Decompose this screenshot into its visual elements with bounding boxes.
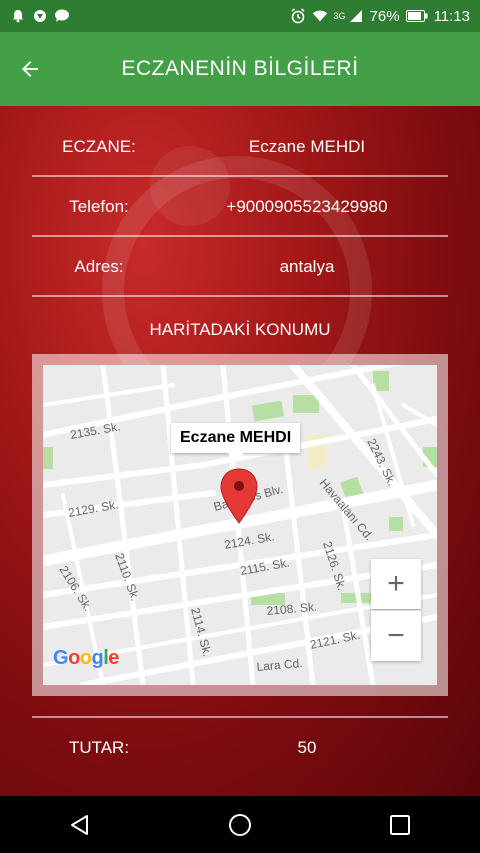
square-recents-icon	[390, 814, 410, 835]
back-button[interactable]	[0, 32, 60, 106]
zoom-out-button[interactable]: −	[371, 610, 421, 661]
address-row: Adres: antalya	[32, 238, 448, 296]
nav-recents-button[interactable]	[370, 796, 430, 853]
divider	[32, 175, 448, 177]
pharmacy-value: Eczane MEHDI	[248, 137, 366, 156]
notification-bell-icon	[10, 8, 26, 24]
map-heading: HARİTADAKİ KONUMU	[149, 320, 331, 339]
arrow-back-icon	[22, 61, 38, 77]
address-label: Adres:	[74, 257, 124, 276]
battery-icon	[405, 8, 428, 24]
content-area: ECZANE: Eczane MEHDI Telefon: +900090552…	[0, 106, 480, 796]
network-type-label: 3G	[333, 11, 346, 21]
divider	[32, 235, 448, 237]
pharmacy-label: ECZANE:	[62, 137, 136, 156]
total-label: TUTAR:	[68, 738, 130, 757]
google-logo[interactable]: Google	[53, 647, 119, 670]
map-view[interactable]: 2135. Sk. 2129. Sk. Barbaros Blv. Havaal…	[43, 365, 437, 685]
total-row: TUTAR: 50	[32, 719, 448, 777]
zoom-in-button[interactable]: +	[371, 559, 421, 609]
shield-icon	[32, 8, 48, 24]
system-nav-bar	[0, 796, 480, 853]
alarm-icon	[290, 8, 306, 24]
total-value: 50	[297, 738, 317, 757]
clock: 11:13	[433, 7, 470, 25]
map-frame: 2135. Sk. 2129. Sk. Barbaros Blv. Havaal…	[32, 354, 448, 696]
divider	[32, 716, 448, 718]
battery-percent: 76%	[369, 7, 400, 25]
pharmacy-row: ECZANE: Eczane MEHDI	[32, 118, 448, 176]
circle-home-icon	[229, 813, 251, 836]
page-title: ECZANENİN BİLGİLERİ	[121, 57, 359, 80]
wifi-icon	[312, 8, 328, 24]
triangle-back-icon	[71, 814, 88, 835]
address-value: antalya	[279, 257, 335, 276]
app-bar: ECZANENİN BİLGİLERİ	[0, 32, 480, 106]
nav-back-button[interactable]	[50, 796, 110, 853]
nav-home-button[interactable]	[210, 796, 270, 853]
phone-label: Telefon:	[69, 197, 129, 216]
status-bar: 3G 76% 11:13	[0, 0, 480, 32]
divider	[32, 295, 448, 297]
signal-icon	[348, 8, 364, 24]
chat-bubble-icon	[54, 8, 70, 24]
marker-info-window[interactable]: Eczane MEHDI	[171, 423, 301, 461]
phone-row: Telefon: +9000905523429980	[32, 178, 448, 236]
phone-value[interactable]: +9000905523429980	[166, 197, 448, 217]
